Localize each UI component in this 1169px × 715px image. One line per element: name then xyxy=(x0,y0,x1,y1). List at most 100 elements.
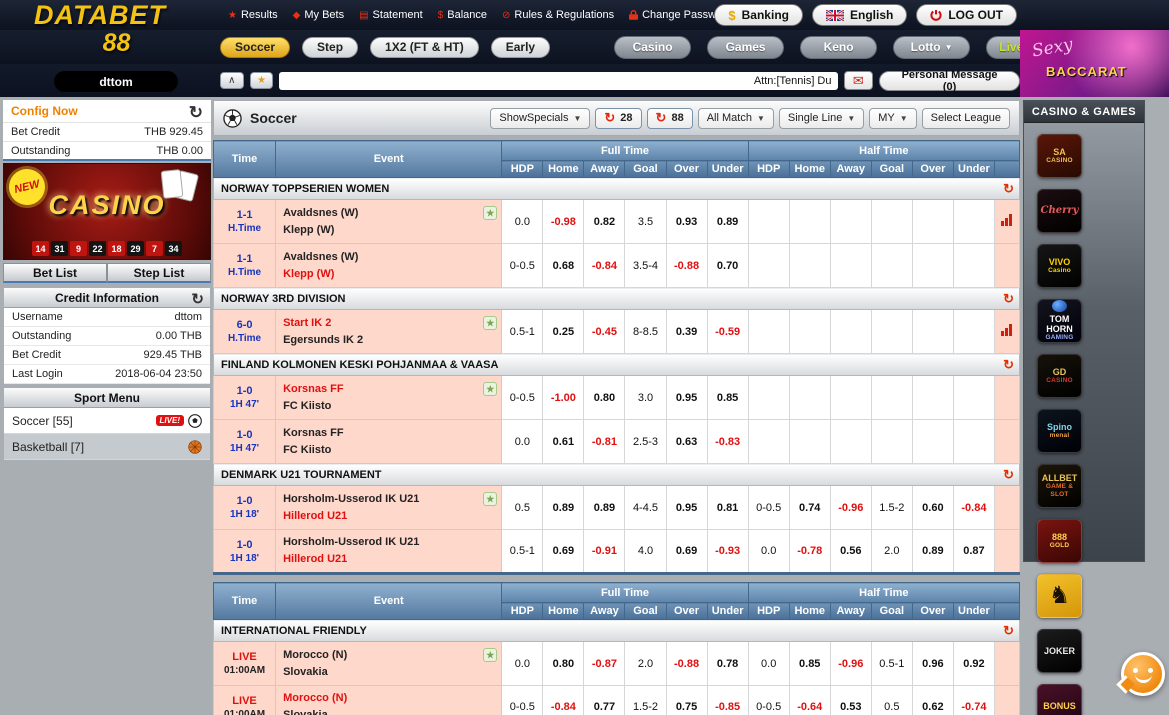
odds-cell[interactable]: 4-4.5 xyxy=(624,485,667,530)
casino-ad-banner[interactable]: NEW CASINO 14 31 9 22 18 29 7 34 xyxy=(3,163,211,260)
odds-cell[interactable]: -0.98 xyxy=(542,199,585,244)
odds-cell[interactable]: 0.89 xyxy=(911,529,954,574)
odds-cell[interactable]: 0.5-1 xyxy=(501,309,544,354)
odds-cell[interactable]: 0.74 xyxy=(788,485,831,530)
tab-1x2-ft-ht[interactable]: 1X2 (FT & HT) xyxy=(370,36,479,58)
odds-cell[interactable]: -0.91 xyxy=(583,529,626,574)
control-refresh-88[interactable]: ↻ 88 xyxy=(646,107,693,129)
odds-cell[interactable]: 0.69 xyxy=(665,529,708,574)
league-refresh-icon[interactable]: ↻ xyxy=(1003,357,1014,373)
collapse-button[interactable]: ∧ xyxy=(220,72,244,89)
control-show-specials[interactable]: ShowSpecials ▼ xyxy=(490,107,591,129)
nav-rules-regulations[interactable]: ⊘ Rules & Regulations xyxy=(502,9,614,21)
refresh-icon[interactable]: ↻ xyxy=(189,103,203,123)
odds-cell[interactable]: -0.74 xyxy=(952,685,995,715)
odds-cell[interactable]: 0.39 xyxy=(665,309,708,354)
game-tile-cherry-slot[interactable]: Cherry xyxy=(1037,189,1082,233)
control-odds-type-my[interactable]: MY ▼ xyxy=(869,107,917,129)
odds-cell[interactable]: 0.5-1 xyxy=(870,641,913,686)
odds-cell[interactable]: 0.85 xyxy=(706,375,749,420)
odds-cell[interactable]: -0.88 xyxy=(665,641,708,686)
odds-cell[interactable]: -0.85 xyxy=(706,685,749,715)
odds-cell[interactable]: 0.5-1 xyxy=(501,529,544,574)
game-tile-allbet-game-slot[interactable]: ALLBET GAME & SLOT xyxy=(1037,464,1082,508)
odds-cell[interactable]: 0-0.5 xyxy=(501,685,544,715)
odds-cell[interactable]: 0.60 xyxy=(911,485,954,530)
game-tile-joker-gaming[interactable]: JOKER xyxy=(1037,629,1082,673)
odds-cell[interactable]: 1.5-2 xyxy=(624,685,667,715)
tab-casino[interactable]: Casino xyxy=(614,35,692,59)
odds-cell[interactable]: 0.69 xyxy=(542,529,585,574)
sport-menu-soccer-55[interactable]: Soccer [55] LIVE! xyxy=(4,408,210,434)
odds-cell[interactable]: 0.56 xyxy=(829,529,872,574)
odds-cell[interactable]: 0.89 xyxy=(583,485,626,530)
odds-cell[interactable]: 0.92 xyxy=(952,641,995,686)
personal-message-button[interactable]: Personal Message (0) xyxy=(879,69,1021,93)
game-tile-rooster-game[interactable]: ♞ xyxy=(1037,574,1082,618)
odds-cell[interactable]: 0.5 xyxy=(501,485,544,530)
odds-cell[interactable]: 0-0.5 xyxy=(501,243,544,288)
odds-cell[interactable]: 2.0 xyxy=(870,529,913,574)
odds-cell[interactable]: 0.63 xyxy=(665,419,708,464)
control-all-match[interactable]: All Match ▼ xyxy=(697,107,774,129)
odds-cell[interactable]: -0.84 xyxy=(952,485,995,530)
tab-soccer[interactable]: Soccer xyxy=(220,36,291,58)
odds-cell[interactable]: 0.0 xyxy=(501,199,544,244)
odds-cell[interactable]: 0.80 xyxy=(542,641,585,686)
odds-cell[interactable]: 0.89 xyxy=(706,199,749,244)
odds-cell[interactable]: 3.5 xyxy=(624,199,667,244)
odds-cell[interactable]: -0.96 xyxy=(829,641,872,686)
favorite-star-icon[interactable]: ★ xyxy=(483,316,498,330)
favorite-star-icon[interactable]: ★ xyxy=(483,492,498,506)
odds-cell[interactable]: 0.62 xyxy=(911,685,954,715)
odds-cell[interactable]: 0-0.5 xyxy=(747,685,790,715)
stats-chart-icon[interactable] xyxy=(1001,213,1013,226)
odds-cell[interactable]: -0.84 xyxy=(583,243,626,288)
odds-cell[interactable]: 0.96 xyxy=(911,641,954,686)
odds-cell[interactable]: 0-0.5 xyxy=(501,375,544,420)
odds-cell[interactable]: 1.5-2 xyxy=(870,485,913,530)
odds-cell[interactable]: 0.80 xyxy=(583,375,626,420)
game-tile-gd-casino[interactable]: GD CASINO xyxy=(1037,354,1082,398)
odds-cell[interactable]: -0.84 xyxy=(542,685,585,715)
sexy-baccarat-banner[interactable]: Sexy BACCARAT xyxy=(1020,30,1169,97)
sport-menu-basketball-7[interactable]: Basketball [7] xyxy=(4,434,210,460)
odds-cell[interactable]: 0.0 xyxy=(747,529,790,574)
control-select-league[interactable]: Select League xyxy=(921,107,1010,129)
favorite-star-icon[interactable]: ★ xyxy=(483,382,498,396)
odds-cell[interactable]: 0.0 xyxy=(501,419,544,464)
game-tile-tom-horn-gaming[interactable]: TOM HORN GAMING xyxy=(1037,299,1082,343)
league-refresh-icon[interactable]: ↻ xyxy=(1003,467,1014,483)
odds-cell[interactable]: 0.61 xyxy=(542,419,585,464)
refresh-icon[interactable]: ↻ xyxy=(191,290,204,308)
odds-cell[interactable]: -1.00 xyxy=(542,375,585,420)
livechat-bubble[interactable] xyxy=(1121,652,1165,696)
odds-cell[interactable]: 0.5 xyxy=(870,685,913,715)
nav-balance[interactable]: $ Balance xyxy=(438,9,487,21)
odds-cell[interactable]: 3.0 xyxy=(624,375,667,420)
tab-lotto[interactable]: Lotto ▼ xyxy=(893,35,971,59)
odds-cell[interactable]: 0.78 xyxy=(706,641,749,686)
logout-button[interactable]: LOG OUT xyxy=(916,4,1017,26)
control-single-line[interactable]: Single Line ▼ xyxy=(778,107,865,129)
odds-cell[interactable]: 2.5-3 xyxy=(624,419,667,464)
odds-cell[interactable]: 3.5-4 xyxy=(624,243,667,288)
odds-cell[interactable]: 0.95 xyxy=(665,485,708,530)
odds-cell[interactable]: 0.95 xyxy=(665,375,708,420)
odds-cell[interactable]: 0.89 xyxy=(542,485,585,530)
favorite-star-icon[interactable]: ★ xyxy=(483,206,498,220)
stats-chart-icon[interactable] xyxy=(1001,323,1013,336)
odds-cell[interactable]: 0.85 xyxy=(788,641,831,686)
step-list-button[interactable]: Step List xyxy=(107,263,211,283)
league-refresh-icon[interactable]: ↻ xyxy=(1003,623,1014,639)
game-tile-spinomenal[interactable]: Spino menal xyxy=(1037,409,1082,453)
odds-cell[interactable]: 0.75 xyxy=(665,685,708,715)
control-refresh-28[interactable]: ↻ 28 xyxy=(595,107,642,129)
odds-cell[interactable]: -0.87 xyxy=(583,641,626,686)
league-refresh-icon[interactable]: ↻ xyxy=(1003,291,1014,307)
odds-cell[interactable]: 0.70 xyxy=(706,243,749,288)
tab-early[interactable]: Early xyxy=(490,36,551,58)
game-tile-vivo-casino[interactable]: VIVO Casino xyxy=(1037,244,1082,288)
game-tile-bonus-slot[interactable]: BONUS xyxy=(1037,684,1082,715)
odds-cell[interactable]: -0.59 xyxy=(706,309,749,354)
